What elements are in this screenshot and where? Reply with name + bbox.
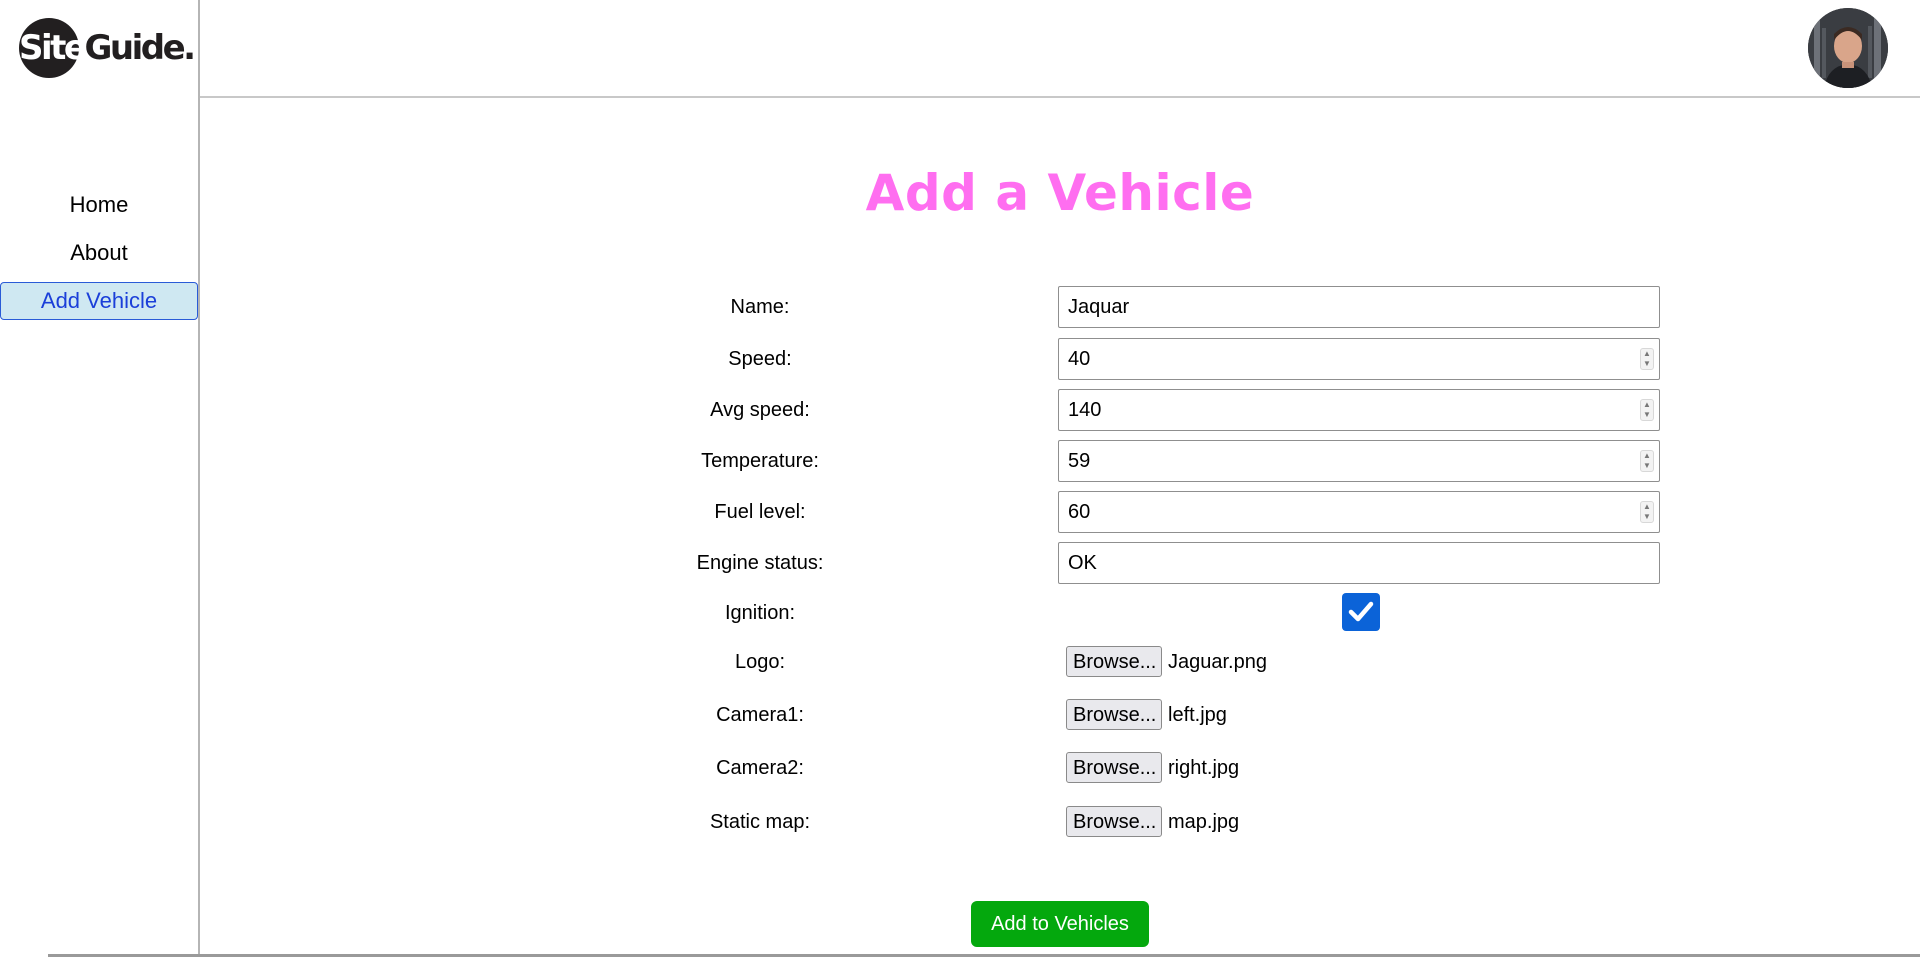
logo-file-name: Jaguar.png xyxy=(1168,651,1267,673)
logo-text: SiteGuide. xyxy=(19,28,196,68)
logo-browse-button[interactable]: Browse... xyxy=(1066,646,1162,677)
camera2-label: Camera2: xyxy=(716,757,804,779)
camera1-file-name: left.jpg xyxy=(1168,704,1227,726)
form-row-engine-status: Engine status: xyxy=(200,542,1920,584)
speed-label: Speed: xyxy=(728,348,792,370)
temperature-field[interactable] xyxy=(1058,440,1660,482)
fuel-level-field[interactable] xyxy=(1058,491,1660,533)
camera2-browse-button[interactable]: Browse... xyxy=(1066,752,1162,783)
form-row-static-map: Static map: Browse... map.jpg xyxy=(200,801,1920,843)
form-row-logo: Logo: Browse... Jaguar.png xyxy=(200,641,1920,683)
form-row-camera2: Camera2: Browse... right.jpg xyxy=(200,747,1920,789)
sidebar-item-add-vehicle[interactable]: Add Vehicle xyxy=(0,282,198,320)
add-to-vehicles-button[interactable]: Add to Vehicles xyxy=(971,901,1149,947)
name-field[interactable] xyxy=(1058,286,1660,328)
avatar-portrait-icon xyxy=(1808,8,1888,88)
page-title: Add a Vehicle xyxy=(865,164,1255,222)
top-header xyxy=(200,0,1920,98)
sidebar-item-home[interactable]: Home xyxy=(0,186,198,224)
form-row-camera1: Camera1: Browse... left.jpg xyxy=(200,694,1920,736)
static-map-label: Static map: xyxy=(709,811,811,833)
engine-status-field[interactable] xyxy=(1058,542,1660,584)
fuel-level-spinner-icon[interactable]: ▲ ▼ xyxy=(1640,501,1654,523)
speed-field[interactable] xyxy=(1058,338,1660,380)
fuel-level-label: Fuel level: xyxy=(714,501,806,523)
siteguide-logo[interactable]: SiteGuide. xyxy=(19,18,196,78)
temperature-spinner-icon[interactable]: ▲ ▼ xyxy=(1640,450,1654,472)
ignition-checkbox[interactable] xyxy=(1342,593,1380,631)
form-row-avg-speed: Avg speed: ▲▼ xyxy=(200,389,1920,431)
static-map-browse-button[interactable]: Browse... xyxy=(1066,806,1162,837)
sidebar-item-about[interactable]: About xyxy=(0,234,198,272)
user-avatar[interactable] xyxy=(1808,8,1888,88)
name-label: Name: xyxy=(730,296,790,318)
avg-speed-spinner-icon[interactable]: ▲ ▼ xyxy=(1640,399,1654,421)
sidebar-nav: Home About Add Vehicle xyxy=(0,186,198,330)
form-row-speed: Speed: ▲▼ xyxy=(200,338,1920,380)
form-row-name: Name: xyxy=(200,286,1920,328)
static-map-file-name: map.jpg xyxy=(1168,811,1240,833)
form-row-temperature: Temperature: ▲▼ xyxy=(200,440,1920,482)
avg-speed-label: Avg speed: xyxy=(710,399,810,421)
camera1-browse-button[interactable]: Browse... xyxy=(1066,699,1162,730)
camera1-label: Camera1: xyxy=(716,704,804,726)
logo-label: Logo: xyxy=(734,651,786,673)
checkmark-icon xyxy=(1348,601,1374,622)
temperature-label: Temperature: xyxy=(701,450,819,472)
form-row-fuel-level: Fuel level: ▲▼ xyxy=(200,491,1920,533)
sidebar: SiteGuide. Home About Add Vehicle xyxy=(0,0,200,957)
ignition-label: Ignition: xyxy=(724,602,796,624)
camera2-file-name: right.jpg xyxy=(1168,757,1240,779)
engine-status-label: Engine status: xyxy=(696,552,824,574)
speed-spinner-icon[interactable]: ▲ ▼ xyxy=(1640,348,1654,370)
form-row-ignition: Ignition: xyxy=(200,592,1920,634)
avg-speed-field[interactable] xyxy=(1058,389,1660,431)
